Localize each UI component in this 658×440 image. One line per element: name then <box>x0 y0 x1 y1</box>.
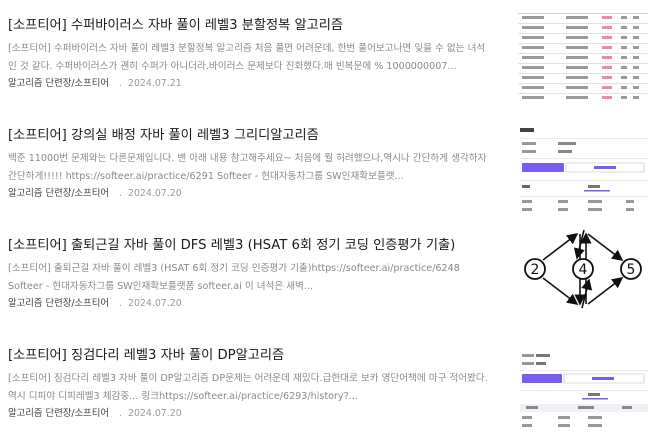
softeer-page-screenshot-image <box>520 128 648 211</box>
post-excerpt: [소프티어] 출퇴근길 자바 풀이 레벨3 (HSAT 6회 정기 코딩 인증평… <box>8 263 460 292</box>
post-category[interactable]: 알고리즘 단련장/소프티어 <box>8 78 109 89</box>
post-date: 2024.07.21 <box>128 78 182 89</box>
post-category[interactable]: 알고리즘 단련장/소프티어 <box>8 188 109 199</box>
post-title[interactable]: [소프티어] 강의실 배정 자바 풀이 레벨3 그리디알고리즘 <box>8 126 498 146</box>
post-excerpt: [소프티어] 징검다리 레벨3 자바 풀이 DP알고리즘 DP문제는 어려운데 … <box>8 373 488 402</box>
post-item[interactable]: [소프티어] 강의실 배정 자바 풀이 레벨3 그리디알고리즘 백준 11000… <box>0 110 658 220</box>
post-date: 2024.07.20 <box>128 298 182 309</box>
post-item[interactable]: [소프티어] 출퇴근길 자바 풀이 DFS 레벨3 (HSAT 6회 정기 코딩… <box>0 220 658 330</box>
post-title[interactable]: [소프티어] 수퍼바이러스 자바 풀이 레벨3 분할정복 알고리즘 <box>8 16 498 36</box>
post-title[interactable]: [소프티어] 징검다리 레벨3 자바 풀이 DP알고리즘 <box>8 346 498 366</box>
post-item[interactable]: [소프티어] 징검다리 레벨3 자바 풀이 DP알고리즘 [소프티어] 징검다리… <box>0 330 658 440</box>
post-meta: 알고리즘 단련장/소프티어. 2024.07.20 <box>8 297 182 311</box>
separator-dot: . <box>119 408 122 419</box>
post-thumbnail[interactable] <box>518 344 648 436</box>
graph-node-label: 4 <box>579 262 588 278</box>
softeer-history-screenshot-image <box>520 354 648 427</box>
post-thumbnail[interactable] <box>518 122 648 214</box>
post-thumbnail[interactable] <box>518 10 648 102</box>
post-excerpt: [소프티어] 수퍼바이러스 자바 풀이 레벨3 분할정복 알고리즘 처음 풀면 … <box>8 43 486 72</box>
post-thumbnail[interactable]: 2 4 5 <box>518 223 648 315</box>
post-meta: 알고리즘 단련장/소프티어. 2024.07.20 <box>8 407 182 421</box>
post-title[interactable]: [소프티어] 출퇴근길 자바 풀이 DFS 레벨3 (HSAT 6회 정기 코딩… <box>8 236 498 256</box>
table-screenshot-image <box>518 13 648 99</box>
post-category[interactable]: 알고리즘 단련장/소프티어 <box>8 298 109 309</box>
post-category[interactable]: 알고리즘 단련장/소프티어 <box>8 408 109 419</box>
post-meta: 알고리즘 단련장/소프티어. 2024.07.20 <box>8 187 182 201</box>
graph-node-label: 5 <box>627 262 636 278</box>
post-date: 2024.07.20 <box>128 188 182 199</box>
post-meta: 알고리즘 단련장/소프티어. 2024.07.21 <box>8 77 182 91</box>
graph-node-label: 2 <box>531 262 540 278</box>
post-item[interactable]: [소프티어] 수퍼바이러스 자바 풀이 레벨3 분할정복 알고리즘 [소프티어]… <box>0 0 658 110</box>
separator-dot: . <box>119 298 122 309</box>
graph-diagram-image: 2 4 5 <box>524 229 642 309</box>
separator-dot: . <box>119 78 122 89</box>
post-excerpt: 백준 11000번 문제와는 다른문제입니다. 밴 아래 내용 참고해주세요~ … <box>8 153 487 182</box>
separator-dot: . <box>119 188 122 199</box>
post-date: 2024.07.20 <box>128 408 182 419</box>
